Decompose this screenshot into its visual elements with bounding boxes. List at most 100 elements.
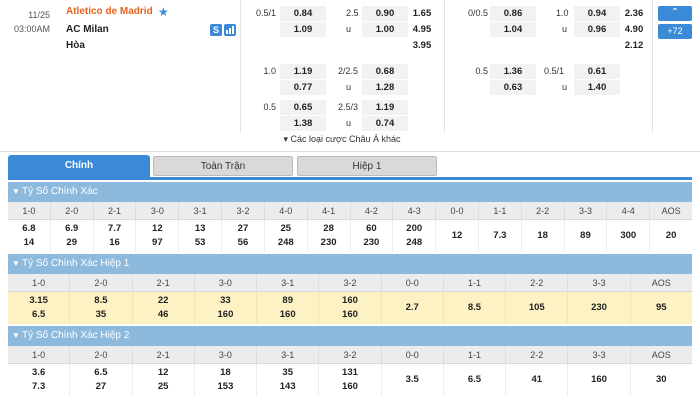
score-odds-cell[interactable]: 33 160: [195, 292, 258, 324]
score-header-cell: 3-2: [319, 274, 382, 291]
h1-hdp-line-1: 0/0.5: [467, 8, 488, 18]
section-title: Tỷ Số Chính Xác Hiệp 1: [22, 258, 130, 269]
tab-full-time[interactable]: Toàn Trận: [153, 156, 293, 176]
h1-ou-over-2[interactable]: 0.61: [574, 64, 620, 79]
score-odds-cell[interactable]: 230: [568, 292, 631, 324]
score-odds-cell[interactable]: 18 153: [195, 364, 258, 396]
h1-hdp-home-1[interactable]: 0.86: [490, 6, 536, 21]
favorite-star-icon[interactable]: ★: [158, 5, 169, 19]
odds-bottom: 6.5: [32, 309, 46, 320]
score-odds-cell[interactable]: 6.8 14: [8, 220, 51, 252]
h1-1x2-home[interactable]: 2.36: [616, 6, 652, 21]
odds-top: 131: [342, 367, 358, 378]
score-odds-cell[interactable]: 95: [631, 292, 692, 324]
score-odds-cell[interactable]: 6.5: [444, 364, 507, 396]
ft-hdp-home-2[interactable]: 1.19: [280, 64, 326, 79]
score-odds-cell[interactable]: 6.5 27: [70, 364, 133, 396]
score-header-cell: 1-1: [479, 202, 522, 219]
score-odds-cell[interactable]: 8.5 35: [70, 292, 133, 324]
odds-top: 6.5: [94, 367, 108, 378]
score-odds-cell[interactable]: 12: [436, 220, 479, 252]
collapse-chevron-icon[interactable]: ⌃: [658, 6, 692, 21]
odds-bottom: 16: [109, 237, 120, 248]
odds-top: 28: [323, 223, 334, 234]
ft-ou-under-1[interactable]: 1.00: [362, 22, 408, 37]
score-odds-cell[interactable]: 8.5: [444, 292, 507, 324]
score-odds-cell[interactable]: 13 53: [179, 220, 223, 252]
score-odds-cell[interactable]: 3.15 6.5: [8, 292, 71, 324]
score-odds-cell[interactable]: 12 97: [136, 220, 180, 252]
ft-ou-over-3[interactable]: 1.19: [362, 100, 408, 115]
ft-ou-over-1[interactable]: 0.90: [362, 6, 408, 21]
h1-ou-over-1[interactable]: 0.94: [574, 6, 620, 21]
odds-top: 27: [237, 223, 249, 234]
odds-top: 20: [665, 230, 677, 241]
score-odds-cell[interactable]: 3.5: [382, 364, 444, 396]
score-odds-cell[interactable]: 2.7: [382, 292, 444, 324]
h1-hdp-home-2[interactable]: 1.36: [490, 64, 536, 79]
score-header-cell: 4-3: [393, 202, 437, 219]
home-team[interactable]: Atletico de Madrid: [66, 5, 236, 19]
section-header[interactable]: ▼ Tỷ Số Chính Xác: [8, 182, 692, 202]
ft-1x2-home[interactable]: 1.65: [404, 6, 440, 21]
h1-hdp-away-1[interactable]: 1.04: [490, 22, 536, 37]
score-odds-cell[interactable]: 160: [568, 364, 631, 396]
score-odds-cell[interactable]: 20: [650, 220, 692, 252]
h1-ou-under-1[interactable]: 0.96: [574, 22, 620, 37]
h1-ou-under-2[interactable]: 1.40: [574, 80, 620, 95]
h1-1x2-draw[interactable]: 2.12: [616, 38, 652, 53]
h1-hdp-away-2[interactable]: 0.63: [490, 80, 536, 95]
score-odds-cell[interactable]: 300: [607, 220, 651, 252]
score-header-cell: 1-1: [444, 346, 507, 363]
ft-hdp-away-1[interactable]: 1.09: [280, 22, 326, 37]
score-odds-cell[interactable]: 27 56: [222, 220, 265, 252]
ft-ou-under-2[interactable]: 1.28: [362, 80, 408, 95]
more-asian-bets-link[interactable]: ▾ Các loại cược Châu Á khác: [240, 134, 444, 145]
more-markets-button[interactable]: +72: [658, 24, 692, 39]
section-header[interactable]: ▼ Tỷ Số Chính Xác Hiệp 1: [8, 254, 692, 274]
score-odds-cell[interactable]: 7.3: [479, 220, 522, 252]
score-odds-cell[interactable]: 25 248: [265, 220, 308, 252]
h1-1x2-away[interactable]: 4.90: [616, 22, 652, 37]
score-odds-cell[interactable]: 22 46: [133, 292, 195, 324]
section-title: Tỷ Số Chính Xác: [22, 186, 98, 197]
ft-hdp-home-3[interactable]: 0.65: [280, 100, 326, 115]
collapse-triangle-icon: ▼: [12, 187, 20, 196]
ft-hdp-away-3[interactable]: 1.38: [280, 116, 326, 131]
score-odds-cell[interactable]: 18: [522, 220, 565, 252]
score-odds-cell[interactable]: 6.9 29: [51, 220, 94, 252]
ft-hdp-away-2[interactable]: 0.77: [280, 80, 326, 95]
tab-main[interactable]: Chính: [8, 155, 150, 177]
score-odds-cell[interactable]: 89 160: [257, 292, 320, 324]
ft-hdp-home-1[interactable]: 0.84: [280, 6, 326, 21]
score-odds-cell[interactable]: 60 230: [351, 220, 394, 252]
ft-1x2-draw[interactable]: 3.95: [404, 38, 440, 53]
odds-top: 33: [220, 295, 231, 306]
live-stream-icon[interactable]: S: [210, 24, 222, 36]
score-odds-cell[interactable]: 105: [506, 292, 569, 324]
score-odds-cell[interactable]: 30: [631, 364, 692, 396]
score-odds-cell[interactable]: 200 248: [393, 220, 437, 252]
score-odds-cell[interactable]: 160 160: [319, 292, 382, 324]
match-row: 11/25 03:00AM Atletico de Madrid AC Mila…: [0, 0, 700, 152]
tab-underline: [8, 177, 692, 180]
tab-first-half[interactable]: Hiệp 1: [297, 156, 437, 176]
odds-bottom: 56: [237, 237, 249, 248]
score-odds-cell[interactable]: 7.7 16: [94, 220, 137, 252]
section-header[interactable]: ▼ Tỷ Số Chính Xác Hiệp 2: [8, 326, 692, 346]
ft-1x2-away[interactable]: 4.95: [404, 22, 440, 37]
score-odds-cell[interactable]: 3.6 7.3: [8, 364, 71, 396]
score-odds-cell[interactable]: 12 25: [133, 364, 195, 396]
ft-ou-under-3[interactable]: 0.74: [362, 116, 408, 131]
section-title: Tỷ Số Chính Xác Hiệp 2: [22, 330, 130, 341]
odds-top: 22: [157, 295, 169, 306]
section-correct-score: ▼ Tỷ Số Chính Xác 1-0 2-0 2-1 3-0 3-1 3-2 4-0 4-…: [8, 182, 692, 252]
ft-ou-over-2[interactable]: 0.68: [362, 64, 408, 79]
score-odds-cell[interactable]: 35 143: [257, 364, 320, 396]
score-odds-cell[interactable]: 131 160: [319, 364, 382, 396]
score-header-cell: 2-0: [70, 274, 133, 291]
score-odds-cell[interactable]: 89: [565, 220, 608, 252]
score-odds-cell[interactable]: 28 230: [308, 220, 351, 252]
score-odds-cell[interactable]: 41: [506, 364, 569, 396]
stats-chart-icon[interactable]: [224, 24, 236, 36]
